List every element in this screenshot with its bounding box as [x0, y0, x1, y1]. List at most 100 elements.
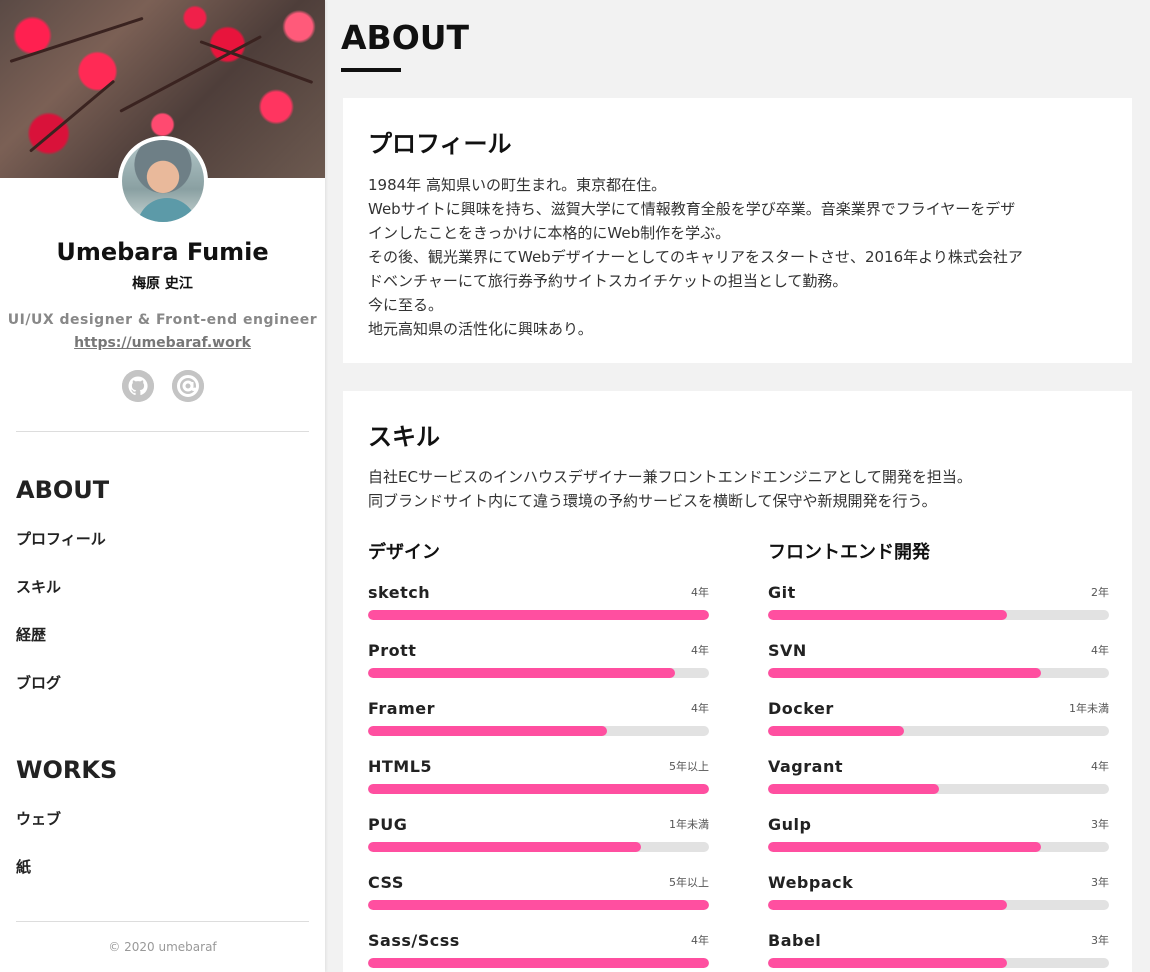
skill-item: SVN 4年	[768, 641, 1109, 691]
skill-item: sketch 4年	[368, 583, 709, 633]
skill-years: 4年	[691, 586, 709, 599]
skill-name: CSS	[368, 873, 404, 892]
skill-bar-fill	[768, 726, 905, 736]
skills-card: スキル 自社ECサービスのインハウスデザイナー兼フロントエンドエンジニアとして開…	[343, 391, 1132, 972]
skill-item: PUG 1年未満	[368, 815, 709, 865]
skill-name: Docker	[768, 699, 834, 718]
nav-item-profile[interactable]: プロフィール	[16, 528, 106, 549]
skills-heading: スキル	[368, 423, 440, 451]
skills-text-line: 同ブランドサイト内にて違う環境の予約サービスを横断して保守や新規開発を行う。	[368, 492, 937, 510]
skill-item: Gulp 3年	[768, 815, 1109, 865]
profile-name: Umebara Fumie	[56, 238, 269, 266]
copyright: © 2020 umebaraf	[108, 940, 217, 954]
profile-text-line: ドベンチャーにて旅行券予約サイトスカイチケットの担当として勤務。	[368, 272, 848, 290]
skills-text: 自社ECサービスのインハウスデザイナー兼フロントエンドエンジニアとして開発を担当…	[368, 465, 1108, 513]
profile-text-line: 今に至る。	[368, 296, 444, 314]
skill-item: Babel 3年	[768, 931, 1109, 972]
nav-item-blog[interactable]: ブログ	[16, 672, 61, 693]
skill-name: Git	[768, 583, 796, 602]
profile-text: 1984年 高知県いの町生まれ。東京都在住。 Webサイトに興味を持ち、滋賀大学…	[368, 173, 1108, 341]
skill-name: SVN	[768, 641, 807, 660]
skill-name: Sass/Scss	[368, 931, 460, 950]
skill-years: 4年	[691, 644, 709, 657]
skill-name: Webpack	[768, 873, 854, 892]
profile-text-line: 地元高知県の活性化に興味あり。	[368, 320, 593, 338]
skill-bar-track	[768, 842, 1109, 852]
title-underline	[341, 68, 401, 72]
skill-name: sketch	[368, 583, 431, 602]
skill-years: 4年	[1091, 644, 1109, 657]
skill-item: Vagrant 4年	[768, 757, 1109, 807]
profile-text-line: 1984年 高知県いの町生まれ。東京都在住。	[368, 176, 667, 194]
skill-item: Sass/Scss 4年	[368, 931, 709, 972]
at-sign-icon[interactable]	[171, 370, 204, 402]
profile-text-line: インしたことをきっかけに本格的にWeb制作を学ぶ。	[368, 224, 731, 242]
skill-years: 4年	[691, 934, 709, 947]
skill-bar-track	[768, 610, 1109, 620]
profile-role: UI/UX designer & Front-end engineer	[7, 312, 318, 328]
skill-item: Git 2年	[768, 583, 1109, 633]
profile-url-link[interactable]: https://umebaraf.work	[0, 335, 325, 351]
skill-item: HTML5 5年以上	[368, 757, 709, 807]
nav-item-career[interactable]: 経歴	[16, 624, 46, 645]
skill-years: 1年未満	[669, 818, 709, 831]
skill-bar-track	[368, 610, 709, 620]
skill-bar-track	[768, 958, 1109, 968]
skill-years: 3年	[1091, 934, 1109, 947]
nav-heading-works: WORKS	[16, 756, 118, 784]
nav-item-web[interactable]: ウェブ	[16, 808, 61, 829]
skill-column-heading: フロントエンド開発	[768, 542, 930, 563]
skill-item: Webpack 3年	[768, 873, 1109, 923]
skill-bar-fill	[768, 668, 1041, 678]
skill-name: Babel	[768, 931, 822, 950]
skill-bar-fill	[368, 610, 709, 620]
skill-name: Vagrant	[768, 757, 843, 776]
skill-bar-track	[768, 726, 1109, 736]
skill-bar-fill	[768, 610, 1007, 620]
skill-bar-fill	[768, 842, 1041, 852]
skill-bar-track	[368, 958, 709, 968]
skill-bar-fill	[768, 784, 939, 794]
github-icon[interactable]	[121, 370, 154, 402]
sidebar: Umebara Fumie 梅原 史江 UI/UX designer & Fro…	[0, 0, 325, 972]
skill-name: Gulp	[768, 815, 812, 834]
skill-name: HTML5	[368, 757, 433, 776]
skill-years: 5年以上	[669, 760, 709, 773]
skill-item: Docker 1年未満	[768, 699, 1109, 749]
skill-bar-fill	[768, 900, 1007, 910]
social-links	[0, 370, 325, 402]
skill-item: CSS 5年以上	[368, 873, 709, 923]
profile-text-line: Webサイトに興味を持ち、滋賀大学にて情報教育全般を学び卒業。音楽業界でフライヤ…	[368, 200, 1016, 218]
profile-card: プロフィール 1984年 高知県いの町生まれ。東京都在住。 Webサイトに興味を…	[343, 98, 1132, 363]
skill-years: 5年以上	[669, 876, 709, 889]
skill-name: Prott	[368, 641, 417, 660]
skill-years: 2年	[1091, 586, 1109, 599]
skill-item: Prott 4年	[368, 641, 709, 691]
skill-years: 4年	[691, 702, 709, 715]
skill-years: 3年	[1091, 818, 1109, 831]
sidebar-footer-divider	[16, 921, 309, 922]
skill-bar-track	[768, 668, 1109, 678]
page-title: ABOUT	[341, 18, 470, 57]
sidebar-divider	[16, 431, 309, 432]
skill-bar-track	[368, 842, 709, 852]
skill-bar-track	[368, 784, 709, 794]
skill-bar-track	[368, 668, 709, 678]
skill-bar-fill	[368, 668, 675, 678]
skill-bar-fill	[368, 726, 607, 736]
nav-item-paper[interactable]: 紙	[16, 856, 31, 877]
skill-bar-track	[368, 726, 709, 736]
skills-text-line: 自社ECサービスのインハウスデザイナー兼フロントエンドエンジニアとして開発を担当…	[368, 468, 972, 486]
profile-heading: プロフィール	[368, 130, 512, 158]
skill-column-heading: デザイン	[368, 542, 440, 563]
skill-bar-fill	[368, 900, 709, 910]
skill-item: Framer 4年	[368, 699, 709, 749]
skill-bar-fill	[768, 958, 1007, 968]
skill-bar-track	[768, 784, 1109, 794]
profile-kanji-name: 梅原 史江	[132, 276, 193, 292]
skill-name: Framer	[368, 699, 436, 718]
nav-item-skills[interactable]: スキル	[16, 576, 61, 597]
skill-bar-fill	[368, 958, 709, 968]
skill-bar-track	[368, 900, 709, 910]
skill-years: 3年	[1091, 876, 1109, 889]
